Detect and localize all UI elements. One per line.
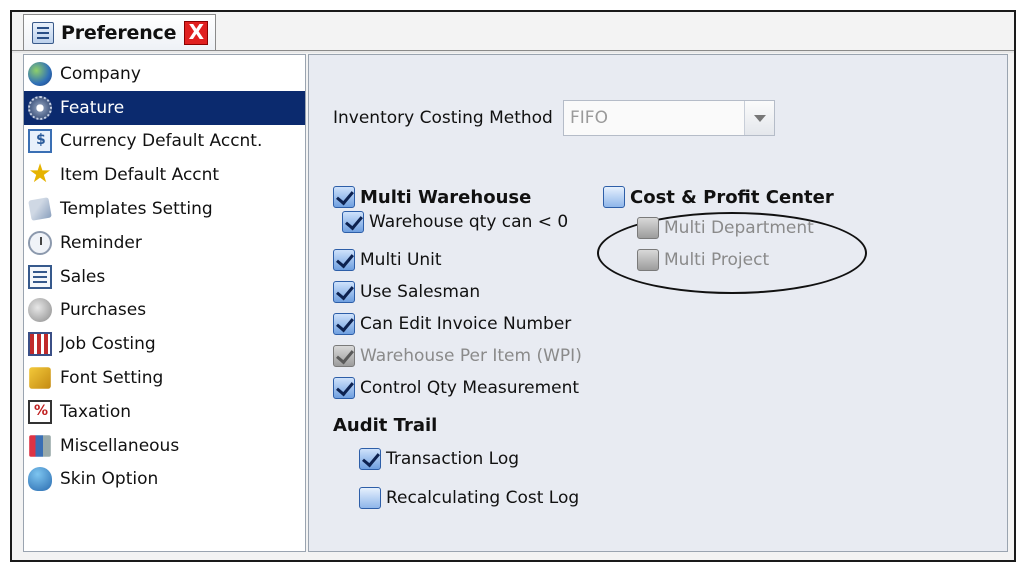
sidebar-item-miscellaneous[interactable]: Miscellaneous	[24, 429, 305, 463]
multi-unit-checkbox[interactable]: Multi Unit	[333, 249, 442, 271]
costing-method-value: FIFO	[570, 108, 608, 128]
sidebar-item-font-setting[interactable]: Font Setting	[24, 361, 305, 395]
tab-title: Preference	[61, 21, 177, 44]
purchases-icon	[28, 298, 52, 323]
checkbox-label: Warehouse qty can < 0	[369, 212, 569, 232]
checkbox-disabled-icon	[637, 249, 659, 271]
gear-icon	[28, 95, 52, 120]
preference-window: Preference X Company Feature Currency De…	[10, 10, 1016, 562]
cost-profit-center-checkbox[interactable]: Cost & Profit Center	[603, 186, 834, 208]
font-icon	[29, 367, 51, 389]
edit-invoice-number-checkbox[interactable]: Can Edit Invoice Number	[333, 313, 571, 335]
sidebar-item-label: Feature	[60, 97, 125, 118]
sales-icon	[28, 264, 52, 289]
sidebar-item-label: Purchases	[60, 300, 147, 321]
costing-method-label: Inventory Costing Method	[333, 108, 553, 128]
audit-trail-heading: Audit Trail	[333, 415, 438, 436]
transaction-log-checkbox[interactable]: Transaction Log	[359, 448, 519, 470]
multi-warehouse-checkbox[interactable]: Multi Warehouse	[333, 186, 531, 208]
checkbox-label: Multi Unit	[360, 250, 442, 270]
sidebar-item-label: Templates Setting	[60, 199, 213, 220]
sidebar-item-label: Reminder	[60, 232, 142, 253]
warehouse-qty-negative-checkbox[interactable]: Warehouse qty can < 0	[342, 211, 568, 233]
checkbox-checked-icon	[342, 211, 364, 233]
skin-icon	[28, 467, 52, 492]
sidebar-item-label: Taxation	[60, 401, 132, 422]
feature-panel: Inventory Costing Method FIFO Multi Ware…	[308, 54, 1008, 552]
globe-icon	[28, 61, 52, 86]
checkbox-checked-icon	[359, 448, 381, 470]
star-icon: ★	[28, 159, 52, 190]
sidebar-item-job-costing[interactable]: Job Costing	[24, 327, 305, 361]
checkbox-label: Transaction Log	[386, 449, 520, 469]
sidebar-item-purchases[interactable]: Purchases	[24, 294, 305, 328]
tab-preference[interactable]: Preference X	[23, 14, 216, 50]
sidebar-item-label: Sales	[60, 266, 106, 287]
sidebar-item-label: Miscellaneous	[60, 435, 180, 456]
sidebar-item-reminder[interactable]: Reminder	[24, 226, 305, 260]
checkbox-checked-icon	[333, 313, 355, 335]
multi-project-checkbox: Multi Project	[637, 249, 769, 271]
miscellaneous-icon	[29, 434, 51, 457]
checkbox-label: Can Edit Invoice Number	[360, 314, 572, 334]
checkbox-unchecked-icon	[359, 487, 381, 509]
sidebar-item-currency-default-accnt[interactable]: Currency Default Accnt.	[24, 125, 305, 159]
checkbox-disabled-icon	[637, 217, 659, 239]
templates-icon	[28, 197, 52, 221]
checkbox-label: Use Salesman	[360, 282, 481, 302]
costing-method-select[interactable]: FIFO	[563, 100, 775, 136]
checkbox-label: Warehouse Per Item (WPI)	[360, 346, 582, 366]
checkbox-label: Multi Project	[664, 250, 770, 270]
taxation-icon	[28, 399, 52, 424]
checkbox-checked-icon	[333, 345, 355, 367]
sidebar-item-label: Item Default Accnt	[60, 165, 220, 186]
sidebar-item-taxation[interactable]: Taxation	[24, 395, 305, 429]
control-qty-measurement-checkbox[interactable]: Control Qty Measurement	[333, 377, 579, 399]
checkbox-checked-icon	[333, 377, 355, 399]
close-icon[interactable]: X	[184, 20, 209, 45]
preference-sidebar: Company Feature Currency Default Accnt. …	[23, 54, 306, 552]
checkbox-checked-icon	[333, 249, 355, 271]
sidebar-item-label: Font Setting	[60, 368, 164, 389]
sidebar-item-skin-option[interactable]: Skin Option	[24, 463, 305, 497]
checkbox-checked-icon	[333, 281, 355, 303]
tab-strip	[12, 50, 1014, 53]
sidebar-item-company[interactable]: Company	[24, 57, 305, 91]
sidebar-item-feature[interactable]: Feature	[24, 90, 305, 125]
checkbox-checked-icon	[333, 186, 355, 208]
sidebar-item-item-default-accnt[interactable]: ★ Item Default Accnt	[24, 158, 305, 192]
sidebar-item-sales[interactable]: Sales	[24, 260, 305, 294]
sidebar-item-label: Currency Default Accnt.	[60, 131, 263, 152]
chevron-down-icon[interactable]	[744, 101, 774, 135]
checkbox-label: Multi Warehouse	[360, 186, 532, 208]
job-costing-icon	[28, 332, 52, 357]
multi-department-checkbox: Multi Department	[637, 217, 814, 239]
document-icon	[32, 21, 54, 44]
sidebar-item-label: Job Costing	[60, 334, 156, 355]
checkbox-unchecked-icon	[603, 186, 625, 208]
sidebar-item-templates-setting[interactable]: Templates Setting	[24, 192, 305, 226]
currency-icon	[28, 129, 52, 154]
sidebar-item-label: Skin Option	[60, 469, 159, 490]
use-salesman-checkbox[interactable]: Use Salesman	[333, 281, 480, 303]
checkbox-label: Control Qty Measurement	[360, 378, 580, 398]
checkbox-label: Recalculating Cost Log	[386, 488, 580, 508]
sidebar-item-label: Company	[60, 63, 141, 84]
checkbox-label: Cost & Profit Center	[630, 186, 834, 208]
recalculating-cost-log-checkbox[interactable]: Recalculating Cost Log	[359, 487, 579, 509]
warehouse-per-item-checkbox: Warehouse Per Item (WPI)	[333, 345, 582, 367]
reminder-icon	[28, 230, 52, 255]
checkbox-label: Multi Department	[664, 218, 814, 238]
